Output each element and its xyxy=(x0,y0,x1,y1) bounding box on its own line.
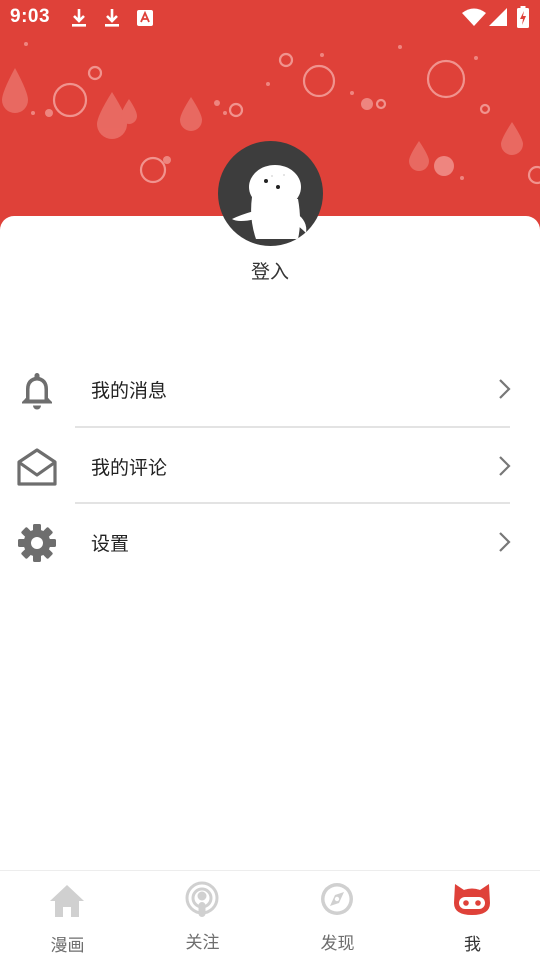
cellular-signal-icon xyxy=(489,8,507,26)
download-icon xyxy=(72,9,86,27)
menu-item-label: 设置 xyxy=(91,533,130,555)
avatar-figure xyxy=(232,165,307,239)
nav-label: 我 xyxy=(464,935,481,955)
menu-item-messages[interactable]: 我的消息 xyxy=(0,351,540,427)
nav-tab-follow[interactable]: 关注 xyxy=(135,871,270,960)
font-app-icon xyxy=(137,10,153,26)
status-time: 9:03 xyxy=(10,6,51,27)
login-button[interactable]: 登入 xyxy=(0,257,540,284)
bottom-nav: 漫画 关注 发现 我 xyxy=(0,870,540,960)
avatar[interactable] xyxy=(218,141,323,246)
podcast-icon xyxy=(185,881,219,917)
cat-face-icon xyxy=(454,884,490,915)
chevron-right-icon xyxy=(499,379,511,399)
nav-label: 发现 xyxy=(320,934,355,954)
chevron-right-icon xyxy=(499,456,511,476)
menu-item-comments[interactable]: 我的评论 xyxy=(0,428,540,504)
status-bar: 9:03 xyxy=(0,0,540,36)
nav-tab-comics[interactable]: 漫画 xyxy=(0,871,135,960)
nav-label: 关注 xyxy=(185,933,220,953)
download-icon xyxy=(105,9,119,27)
gear-icon xyxy=(18,524,56,562)
compass-icon xyxy=(321,883,353,915)
envelope-open-icon xyxy=(17,448,57,486)
bell-icon xyxy=(22,373,52,410)
nav-tab-discover[interactable]: 发现 xyxy=(270,871,405,960)
menu-item-settings[interactable]: 设置 xyxy=(0,504,540,580)
battery-charging-icon xyxy=(517,6,529,28)
menu-item-label: 我的消息 xyxy=(91,380,168,402)
menu-item-label: 我的评论 xyxy=(91,457,168,479)
home-icon xyxy=(50,885,84,917)
chevron-right-icon xyxy=(499,532,511,552)
wifi-icon xyxy=(462,8,486,26)
nav-tab-me[interactable]: 我 xyxy=(405,871,540,960)
nav-label: 漫画 xyxy=(50,936,85,956)
